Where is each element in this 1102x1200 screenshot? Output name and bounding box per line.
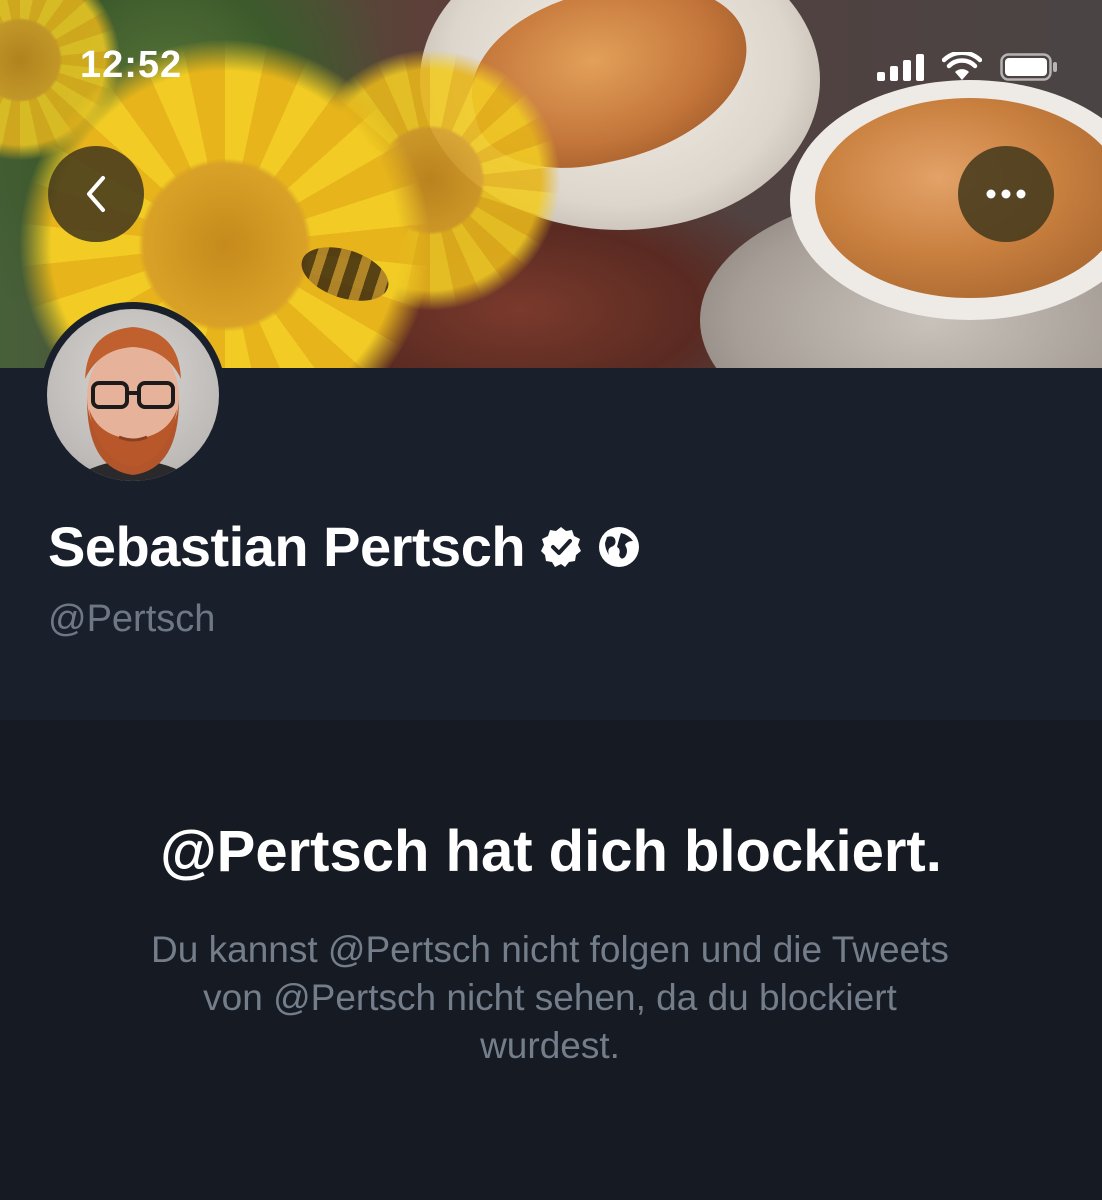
- avatar[interactable]: [40, 302, 226, 488]
- more-horizontal-icon: [986, 189, 1026, 199]
- display-name: Sebastian Pertsch: [48, 515, 526, 578]
- avatar-portrait: [67, 327, 199, 481]
- status-icons: [877, 50, 1058, 84]
- wifi-icon: [942, 52, 982, 80]
- cellular-signal-icon: [877, 53, 924, 81]
- chevron-left-icon: [87, 176, 105, 212]
- back-button[interactable]: [48, 146, 144, 242]
- user-handle: @Pertsch: [48, 598, 216, 640]
- avatar-photo: [47, 309, 219, 481]
- globe-icon: [599, 526, 640, 567]
- status-time: 12:52: [80, 44, 183, 86]
- more-options-button[interactable]: [958, 146, 1054, 242]
- verified-badge-icon: [541, 526, 582, 567]
- blocked-title: @Pertsch hat dich blockiert.: [160, 819, 942, 884]
- display-name-row: Sebastian Pertsch: [48, 514, 641, 579]
- battery-icon: [1000, 53, 1057, 81]
- blocked-message: Du kannst @Pertsch nicht folgen und die …: [151, 929, 949, 1066]
